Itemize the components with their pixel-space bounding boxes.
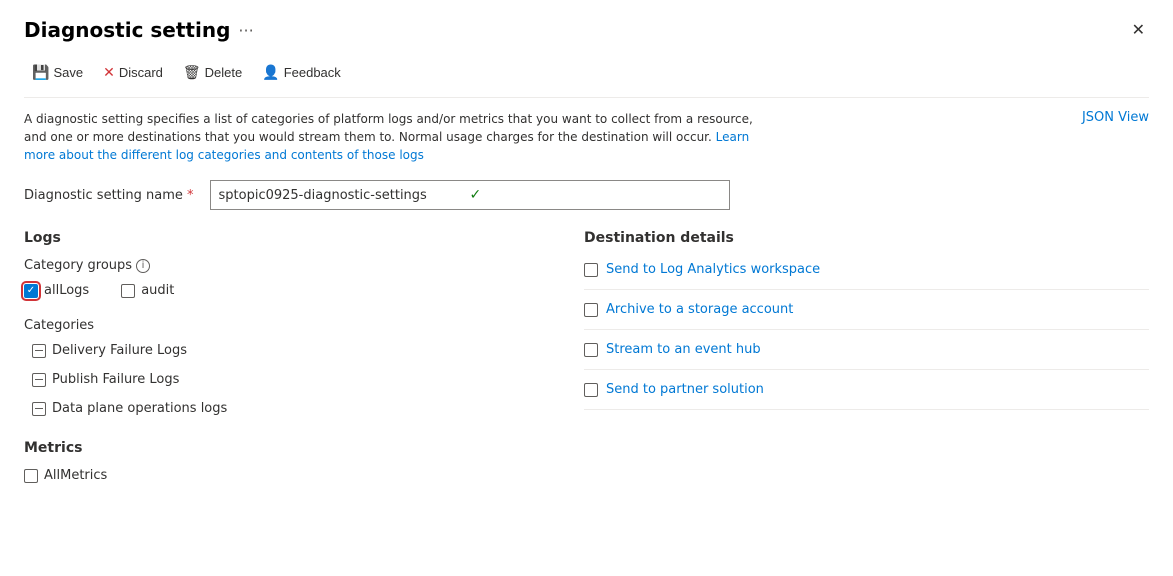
required-star: * <box>187 188 194 203</box>
diagnostic-setting-dialog: Diagnostic setting ··· ✕ 💾 Save ✕ Discar… <box>0 0 1173 576</box>
storage-account-label[interactable]: Archive to a storage account <box>606 302 793 317</box>
close-button[interactable]: ✕ <box>1128 16 1149 44</box>
category-groups-label: Category groups i <box>24 258 544 273</box>
alllogs-label: allLogs <box>44 283 89 298</box>
delivery-failure-item: Delivery Failure Logs <box>24 343 544 358</box>
log-analytics-checkbox[interactable] <box>584 263 598 277</box>
title-bar: Diagnostic setting ··· ✕ <box>24 16 1149 44</box>
category-groups-info-icon: i <box>136 259 150 273</box>
metrics-section-title: Metrics <box>24 440 544 456</box>
data-plane-label: Data plane operations logs <box>52 401 227 416</box>
event-hub-label[interactable]: Stream to an event hub <box>606 342 761 357</box>
allmetrics-label: AllMetrics <box>44 468 107 483</box>
partner-solution-checkbox[interactable] <box>584 383 598 397</box>
discard-button[interactable]: ✕ Discard <box>95 60 171 85</box>
logs-section-title: Logs <box>24 230 544 246</box>
publish-failure-checkbox[interactable] <box>32 373 46 387</box>
valid-icon: ✓ <box>470 187 721 203</box>
delivery-failure-label: Delivery Failure Logs <box>52 343 187 358</box>
learn-more-link[interactable]: Learn <box>716 130 750 144</box>
alllogs-checkbox-item[interactable]: allLogs <box>24 283 89 298</box>
destination-details-title: Destination details <box>584 230 1149 246</box>
discard-icon: ✕ <box>103 64 115 81</box>
log-categories-link[interactable]: more about the different log categories … <box>24 148 424 162</box>
destination-log-analytics: Send to Log Analytics workspace <box>584 250 1149 290</box>
setting-name-label: Diagnostic setting name * <box>24 188 194 203</box>
allmetrics-checkbox-item[interactable]: AllMetrics <box>24 468 544 483</box>
delivery-failure-checkbox[interactable] <box>32 344 46 358</box>
main-content: Logs Category groups i allLogs audit Cat… <box>24 230 1149 483</box>
title-left: Diagnostic setting ··· <box>24 18 254 42</box>
partner-solution-label[interactable]: Send to partner solution <box>606 382 764 397</box>
title-ellipsis: ··· <box>238 21 253 40</box>
audit-label: audit <box>141 283 174 298</box>
event-hub-checkbox[interactable] <box>584 343 598 357</box>
publish-failure-item: Publish Failure Logs <box>24 372 544 387</box>
discard-label: Discard <box>119 65 163 80</box>
save-icon: 💾 <box>32 64 49 81</box>
data-plane-checkbox[interactable] <box>32 402 46 416</box>
info-text: A diagnostic setting specifies a list of… <box>24 110 753 164</box>
storage-account-checkbox[interactable] <box>584 303 598 317</box>
left-panel: Logs Category groups i allLogs audit Cat… <box>24 230 544 483</box>
right-panel: Destination details Send to Log Analytic… <box>584 230 1149 483</box>
save-label: Save <box>53 65 83 80</box>
info-text-1: A diagnostic setting specifies a list of… <box>24 112 753 126</box>
allmetrics-checkbox[interactable] <box>24 469 38 483</box>
destination-partner-solution: Send to partner solution <box>584 370 1149 410</box>
feedback-icon: 👤 <box>262 64 279 81</box>
json-view-link[interactable]: JSON View <box>1082 110 1149 125</box>
audit-checkbox-item[interactable]: audit <box>121 283 174 298</box>
categories-label: Categories <box>24 318 544 333</box>
data-plane-item: Data plane operations logs <box>24 401 544 416</box>
destination-event-hub: Stream to an event hub <box>584 330 1149 370</box>
alllogs-checkbox[interactable] <box>24 284 38 298</box>
setting-name-row: Diagnostic setting name * sptopic0925-di… <box>24 180 1149 210</box>
toolbar: 💾 Save ✕ Discard 🗑 Delete 👤 Feedback <box>24 60 1149 98</box>
delete-button[interactable]: 🗑 Delete <box>175 60 250 85</box>
setting-name-value: sptopic0925-diagnostic-settings <box>219 188 470 203</box>
save-button[interactable]: 💾 Save <box>24 60 91 85</box>
destination-storage-account: Archive to a storage account <box>584 290 1149 330</box>
info-text-2: and one or more destinations that you wo… <box>24 130 712 144</box>
info-section: A diagnostic setting specifies a list of… <box>24 110 1149 164</box>
category-groups-checkboxes: allLogs audit <box>24 283 544 298</box>
setting-name-input-container[interactable]: sptopic0925-diagnostic-settings ✓ <box>210 180 730 210</box>
log-analytics-label[interactable]: Send to Log Analytics workspace <box>606 262 820 277</box>
feedback-button[interactable]: 👤 Feedback <box>254 60 349 85</box>
metrics-section: Metrics AllMetrics <box>24 440 544 483</box>
audit-checkbox[interactable] <box>121 284 135 298</box>
delete-icon: 🗑 <box>183 64 201 81</box>
dialog-title: Diagnostic setting <box>24 18 230 42</box>
publish-failure-label: Publish Failure Logs <box>52 372 179 387</box>
feedback-label: Feedback <box>284 65 341 80</box>
delete-label: Delete <box>205 65 243 80</box>
